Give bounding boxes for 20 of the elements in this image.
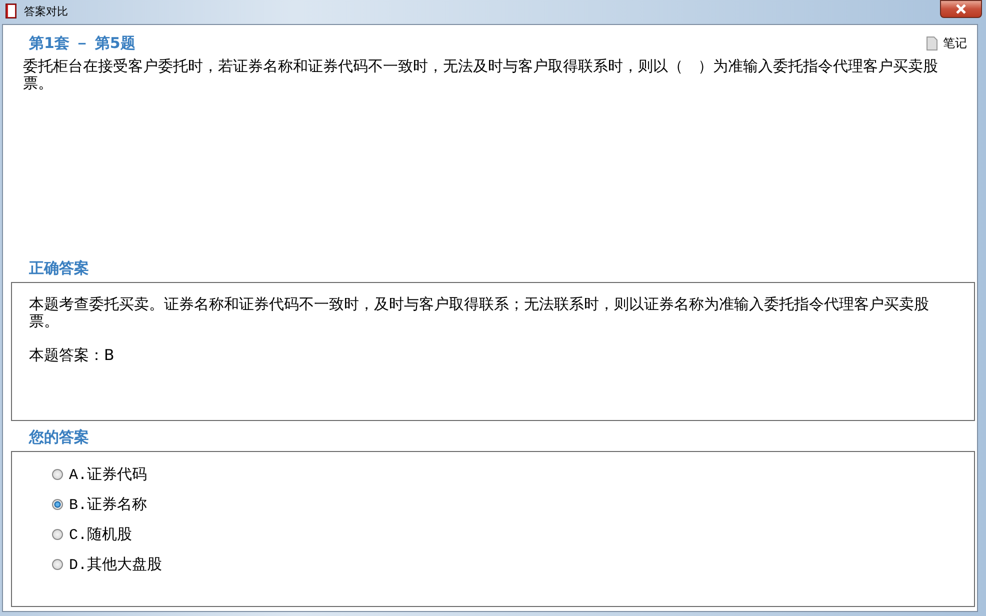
radio-button[interactable]	[52, 469, 63, 480]
section-heading: 正确答案	[28, 259, 90, 279]
close-button[interactable]	[940, 0, 982, 18]
question-heading: 第1套 － 第5题	[29, 34, 136, 53]
option-label[interactable]: A.证券代码	[69, 465, 148, 484]
answer-text: 本题答案：B	[29, 347, 116, 364]
section-heading: 您的答案	[28, 427, 90, 448]
radio-button[interactable]	[52, 529, 63, 540]
window-title: 答案对比	[24, 4, 68, 18]
option-label[interactable]: D.其他大盘股	[69, 555, 162, 574]
book-icon	[4, 3, 18, 19]
option-label[interactable]: C.随机股	[69, 525, 132, 544]
radio-button[interactable]	[52, 559, 63, 570]
document-icon	[926, 36, 938, 51]
radio-button[interactable]	[52, 499, 63, 510]
option-label[interactable]: B.证券名称	[69, 495, 148, 514]
question-text: 委托柜台在接受客户委托时，若证券名称和证券代码不一致时，无法及时与客户取得联系时，则以（ ）为准输入委托指令代理客户买卖股票。	[22, 56, 939, 94]
notes-button[interactable]: 笔记	[926, 35, 967, 52]
close-icon	[954, 3, 968, 15]
explanation-text: 本题考查委托买卖。证券名称和证券代码不一致时，及时与客户取得联系；无法联系时，则以证券名称为准输入委托指令代理客户买卖股票。	[29, 296, 930, 330]
